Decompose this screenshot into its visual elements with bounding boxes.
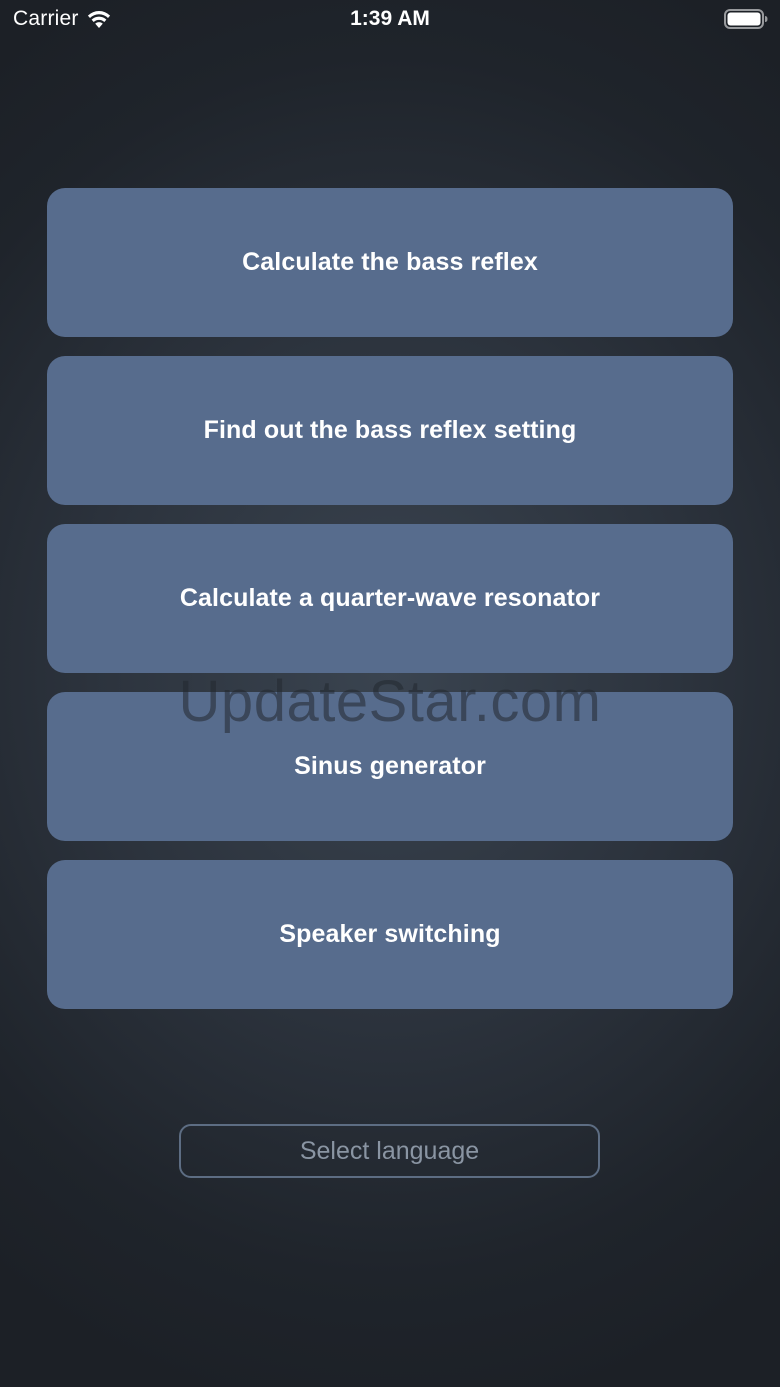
- menu-button-label: Calculate a quarter-wave resonator: [179, 584, 601, 612]
- select-language-label: Select language: [299, 1136, 480, 1165]
- menu-button-label: Find out the bass reflex setting: [203, 416, 577, 444]
- battery-full-icon: [724, 9, 768, 29]
- menu-button-label: Calculate the bass reflex: [242, 248, 538, 276]
- menu-button-label: Sinus generator: [294, 752, 486, 780]
- speaker-switching-button[interactable]: Speaker switching: [47, 860, 733, 1009]
- select-language-button[interactable]: Select language: [179, 1124, 600, 1178]
- quarter-wave-resonator-button[interactable]: Calculate a quarter-wave resonator: [47, 524, 733, 673]
- status-time: 1:39 AM: [350, 7, 430, 30]
- bass-reflex-calc-button[interactable]: Calculate the bass reflex: [47, 188, 733, 337]
- main-menu: Calculate the bass reflex Find out the b…: [47, 188, 733, 1009]
- status-bar: Carrier 1:39 AM: [0, 0, 780, 40]
- bass-reflex-setting-button[interactable]: Find out the bass reflex setting: [47, 356, 733, 505]
- sinus-generator-button[interactable]: Sinus generator: [47, 692, 733, 841]
- menu-button-label: Speaker switching: [279, 920, 501, 948]
